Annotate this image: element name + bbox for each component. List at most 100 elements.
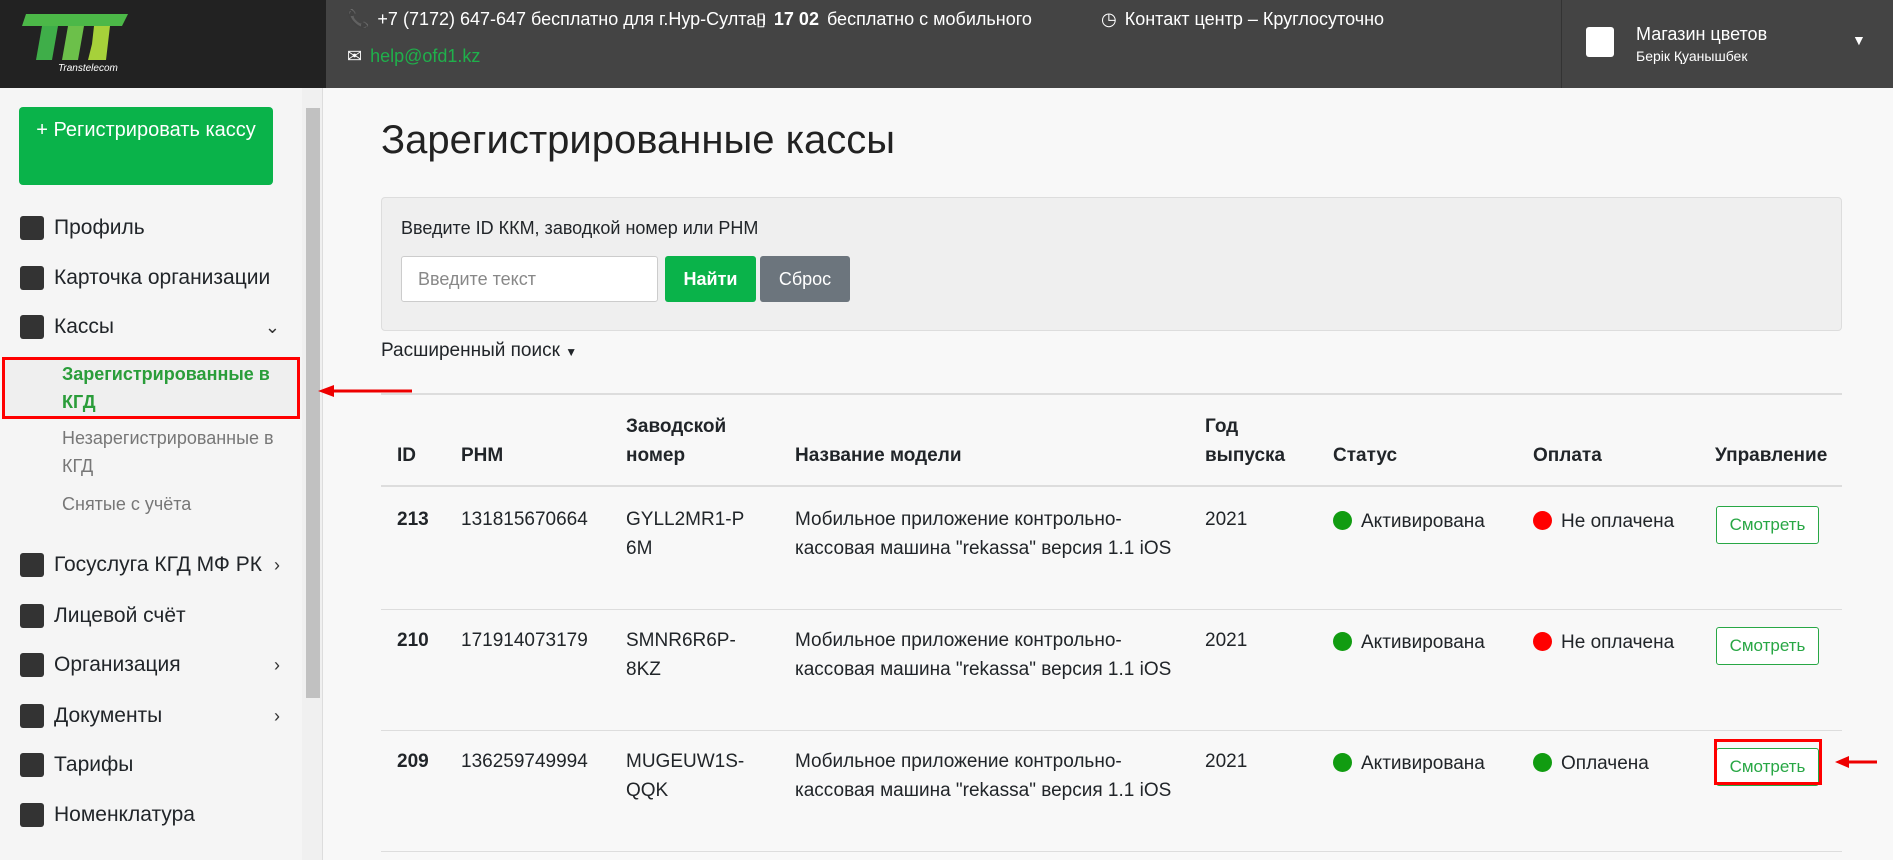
user-name: Берік Қуанышбек xyxy=(1636,48,1748,64)
clock-icon: ◷ xyxy=(1101,9,1117,29)
view-button[interactable]: Смотреть xyxy=(1716,506,1819,544)
highlight-box xyxy=(1714,739,1822,785)
chevron-right-icon: › xyxy=(274,554,280,575)
find-button[interactable]: Найти xyxy=(665,256,756,302)
sidebar-item-nomenclature[interactable]: Номенклатура xyxy=(20,803,280,827)
logo[interactable]: Transtelecom xyxy=(0,0,326,88)
mobile-number: 17 02 xyxy=(773,9,819,29)
col-model: Название модели xyxy=(795,445,962,466)
contact-text: Контакт центр – Круглосуточно xyxy=(1124,9,1385,29)
payment-text: Не оплачена xyxy=(1561,632,1675,653)
clipboard-icon xyxy=(20,803,44,827)
nav-label: Госуслуга КГД МФ РК xyxy=(54,553,262,576)
mobile-icon: ▯ xyxy=(756,9,766,29)
view-button[interactable]: Смотреть xyxy=(1716,627,1819,665)
nav-label: Кассы xyxy=(54,315,115,338)
caret-down-icon: ▼ xyxy=(565,345,578,359)
cell-serial: GYLL2MR1-P6M xyxy=(626,509,745,559)
advanced-search-label: Расширенный поиск xyxy=(381,340,560,361)
col-status: Статус xyxy=(1333,445,1398,466)
sidebar-item-account[interactable]: Лицевой счёт xyxy=(20,604,280,628)
mail-icon: ✉ xyxy=(347,46,363,66)
status-text: Активирована xyxy=(1361,632,1485,653)
store-icon xyxy=(20,266,44,290)
payment-dot-icon xyxy=(1533,753,1552,772)
keyboard-icon xyxy=(20,315,44,339)
cell-serial: MUGEUW1S-QQK xyxy=(626,751,745,801)
sidebar-sub-registered[interactable]: Зарегистрированные в КГД xyxy=(62,360,282,416)
caret-down-icon: ▼ xyxy=(1852,32,1866,48)
sidebar-item-tariffs[interactable]: Тарифы xyxy=(20,753,280,777)
cell-id: 213 xyxy=(397,509,429,530)
table-row: 210 171914073179 SMNR6R6P-8KZ Мобильное … xyxy=(381,610,1842,731)
cell-id: 209 xyxy=(397,751,429,772)
cell-rnm: 131815670664 xyxy=(461,509,588,530)
cell-year: 2021 xyxy=(1205,751,1248,772)
logo-text: Transtelecom xyxy=(58,63,118,74)
sidebar-sub-deregistered[interactable]: Снятые с учёта xyxy=(62,490,282,518)
phone-icon: 📞 xyxy=(347,9,370,29)
user-icon xyxy=(1586,27,1614,57)
reset-button[interactable]: Сброс xyxy=(760,256,850,302)
cell-rnm: 136259749994 xyxy=(461,751,588,772)
cell-model: Мобильное приложение контрольно-кассовая… xyxy=(795,751,1172,801)
sidebar-item-gosusluga[interactable]: Госуслуга КГД МФ РК › xyxy=(20,553,280,577)
sidebar-item-organization[interactable]: Организация › xyxy=(20,653,280,677)
table-row: 209 136259749994 MUGEUW1S-QQK Мобильное … xyxy=(381,731,1842,852)
sidebar-item-profile[interactable]: Профиль xyxy=(20,216,280,240)
cell-model: Мобильное приложение контрольно-кассовая… xyxy=(795,509,1172,559)
chevron-right-icon: › xyxy=(274,654,280,675)
cell-id: 210 xyxy=(397,630,429,651)
document-icon xyxy=(20,704,44,728)
mobile-text: бесплатно с мобильного xyxy=(826,9,1032,29)
cell-serial: SMNR6R6P-8KZ xyxy=(626,630,736,680)
status-text: Активирована xyxy=(1361,753,1485,774)
payment-dot-icon xyxy=(1533,511,1552,530)
search-label: Введите ID ККМ, заводкой номер или РНМ xyxy=(401,218,759,238)
nav-label: Номенклатура xyxy=(54,803,195,826)
col-payment: Оплата xyxy=(1533,445,1602,466)
payment-text: Не оплачена xyxy=(1561,511,1675,532)
nav-label: Документы xyxy=(54,704,163,727)
sidebar-sub-unregistered[interactable]: Незарегистрированные в КГД xyxy=(62,424,282,480)
wallet-icon xyxy=(20,604,44,628)
nav-label: Профиль xyxy=(54,216,145,239)
chevron-right-icon: › xyxy=(274,705,280,726)
nav-label: Тарифы xyxy=(54,753,134,776)
search-input[interactable]: Введите текст xyxy=(401,256,658,302)
table-header: ID РНМ Заводской номер Название модели Г… xyxy=(381,395,1842,487)
status-text: Активирована xyxy=(1361,511,1485,532)
status-dot-icon xyxy=(1333,632,1352,651)
col-rnm: РНМ xyxy=(461,445,504,466)
kassa-table: ID РНМ Заводской номер Название модели Г… xyxy=(381,393,1842,852)
status-dot-icon xyxy=(1333,511,1352,530)
register-kassa-button[interactable]: + Регистрировать кассу xyxy=(19,107,273,185)
advanced-search-toggle[interactable]: Расширенный поиск ▼ xyxy=(381,340,577,362)
sidebar-item-org-card[interactable]: Карточка организации xyxy=(20,266,280,290)
sidebar-item-kassy[interactable]: Кассы ⌄ xyxy=(20,315,280,339)
col-year: Год выпуска xyxy=(1205,416,1286,466)
chevron-down-icon: ⌄ xyxy=(264,316,280,337)
payment-dot-icon xyxy=(1533,632,1552,651)
col-serial: Заводской номер xyxy=(626,416,727,466)
building-icon xyxy=(20,653,44,677)
cell-model: Мобильное приложение контрольно-кассовая… xyxy=(795,630,1172,680)
ttc-logo-icon xyxy=(22,14,128,60)
bank-icon xyxy=(20,553,44,577)
cell-year: 2021 xyxy=(1205,509,1248,530)
email-link[interactable]: help@ofd1.kz xyxy=(370,46,480,67)
scrollbar-thumb[interactable] xyxy=(306,108,320,698)
profile-icon xyxy=(20,216,44,240)
nav-label: Карточка организации xyxy=(54,266,271,289)
status-dot-icon xyxy=(1333,753,1352,772)
cell-year: 2021 xyxy=(1205,630,1248,651)
cell-rnm: 171914073179 xyxy=(461,630,588,651)
nav-label: Организация xyxy=(54,653,181,676)
col-actions: Управление xyxy=(1715,445,1828,466)
user-menu[interactable]: Магазин цветов Берік Қуанышбек ▼ xyxy=(1561,0,1893,88)
sidebar-item-documents[interactable]: Документы › xyxy=(20,704,280,728)
col-id: ID xyxy=(397,445,416,466)
shield-check-icon xyxy=(20,753,44,777)
user-org: Магазин цветов xyxy=(1636,24,1768,44)
payment-text: Оплачена xyxy=(1561,753,1649,774)
